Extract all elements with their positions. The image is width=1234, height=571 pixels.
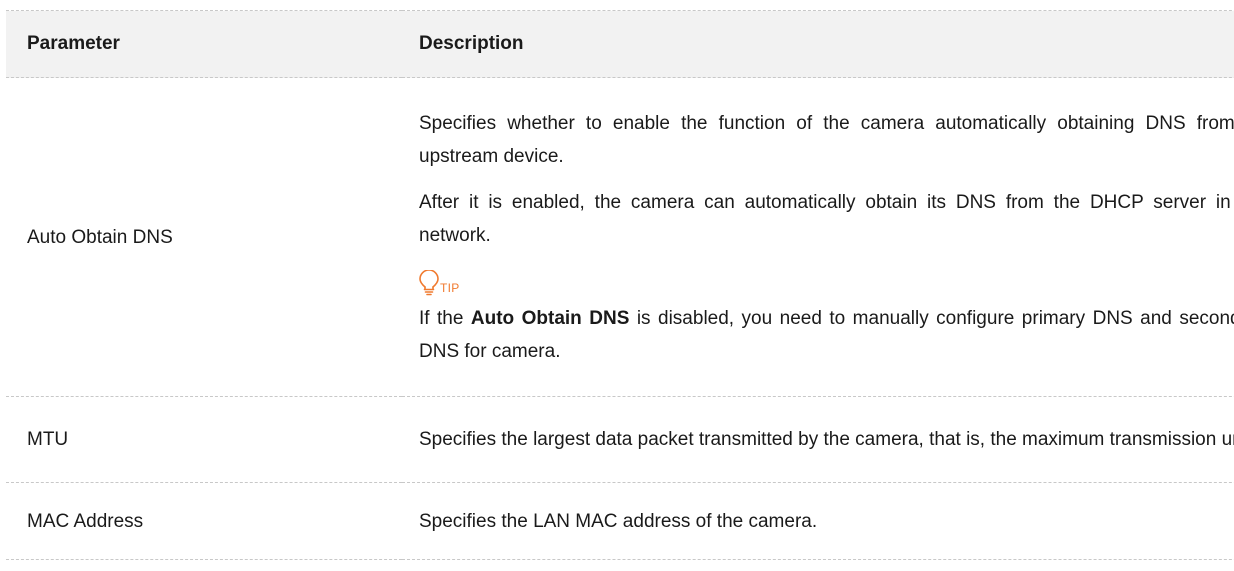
header-description: Description (419, 33, 524, 54)
description-text: After it is enabled, the camera can auto… (419, 191, 1234, 246)
tip-text: If the Auto Obtain DNS is disabled, you … (419, 307, 1234, 362)
description-text: Specifies the largest data packet transm… (419, 429, 1234, 450)
table-header-row: Parameter Description (6, 10, 1234, 78)
description-cell: Specifies whether to enable the function… (402, 78, 1234, 397)
table-row: MAC Address Specifies the LAN MAC addres… (6, 483, 1234, 560)
description-cell: Specifies the largest data packet transm… (402, 397, 1234, 483)
tip-bold-term: Auto Obtain DNS (470, 307, 630, 329)
parameter-cell: MTU (27, 429, 69, 450)
parameter-table: Parameter Description Auto Obtain DNS Sp… (6, 10, 1234, 560)
description-text: Specifies whether to enable the function… (419, 112, 1234, 167)
header-parameter: Parameter (27, 33, 120, 54)
parameter-cell: MAC Address (27, 510, 144, 532)
parameter-cell: Auto Obtain DNS (27, 226, 173, 248)
description-cell: Specifies the LAN MAC address of the cam… (402, 483, 1234, 560)
tip-text-label: TIP (440, 280, 460, 295)
table-row: MTU Specifies the largest data packet tr… (6, 397, 1234, 483)
description-text: Specifies the LAN MAC address of the cam… (419, 510, 818, 532)
table-row: Auto Obtain DNS Specifies whether to ena… (6, 78, 1234, 397)
tip-label: TIP (419, 262, 1234, 296)
lightbulb-icon (419, 269, 439, 295)
